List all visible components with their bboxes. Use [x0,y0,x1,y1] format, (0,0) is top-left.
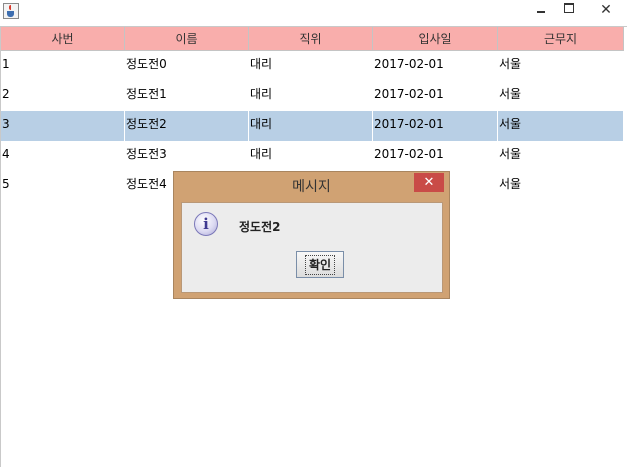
column-header-hire-date[interactable]: 입사일 [373,27,498,51]
window-close-button[interactable]: ✕ [585,0,627,20]
cell-position: 대리 [250,147,273,161]
maximize-button[interactable] [556,0,582,20]
table-row[interactable]: 4 정도전3 대리 2017-02-01 서울 [1,141,624,171]
cell-position: 대리 [250,57,273,71]
table-row[interactable]: 1 정도전0 대리 2017-02-01 서울 [1,51,624,81]
cell-position: 대리 [249,111,373,141]
info-icon: i [194,212,218,236]
ok-button-label: 확인 [304,254,336,275]
column-header-location[interactable]: 근무지 [498,27,624,51]
cell-location: 서울 [499,87,522,101]
table-row[interactable]: 2 정도전1 대리 2017-02-01 서울 [1,81,624,111]
cell-name: 정도전0 [126,57,167,71]
cell-hire-date: 2017-02-01 [374,147,444,161]
dialog-message: 정도전2 [239,220,281,234]
message-dialog: 메시지 ✕ i 정도전2 확인 [173,171,450,299]
java-cup-icon[interactable] [3,3,19,19]
cell-hire-date: 2017-02-01 [373,111,498,141]
dialog-title: 메시지 [292,179,331,195]
table-header: 사번 이름 직위 입사일 근무지 [1,27,624,51]
cell-id: 2 [2,87,10,101]
cell-location: 서울 [498,111,624,141]
window-titlebar: ✕ [0,0,627,26]
table-row-selected[interactable]: 3 정도전2 대리 2017-02-01 서울 [1,111,624,141]
cell-name: 정도전1 [126,87,167,101]
column-header-position[interactable]: 직위 [249,27,373,51]
cell-hire-date: 2017-02-01 [374,57,444,71]
column-header-id[interactable]: 사번 [1,27,125,51]
cell-location: 서울 [499,57,522,71]
cell-location: 서울 [499,147,522,161]
cell-name: 정도전3 [126,147,167,161]
minimize-button[interactable] [528,0,554,20]
dialog-close-button[interactable]: ✕ [414,173,444,192]
cell-id: 5 [2,177,10,191]
close-icon: ✕ [423,175,435,190]
cell-name: 정도전2 [125,111,249,141]
cell-position: 대리 [250,87,273,101]
ok-button[interactable]: 확인 [296,251,344,278]
cell-hire-date: 2017-02-01 [374,87,444,101]
cell-location: 서울 [499,177,522,191]
cell-id: 3 [1,111,125,141]
cell-id: 1 [2,57,10,71]
close-icon: ✕ [600,2,612,18]
column-header-name[interactable]: 이름 [125,27,249,51]
dialog-content: i 정도전2 확인 [181,202,443,293]
cell-id: 4 [2,147,10,161]
